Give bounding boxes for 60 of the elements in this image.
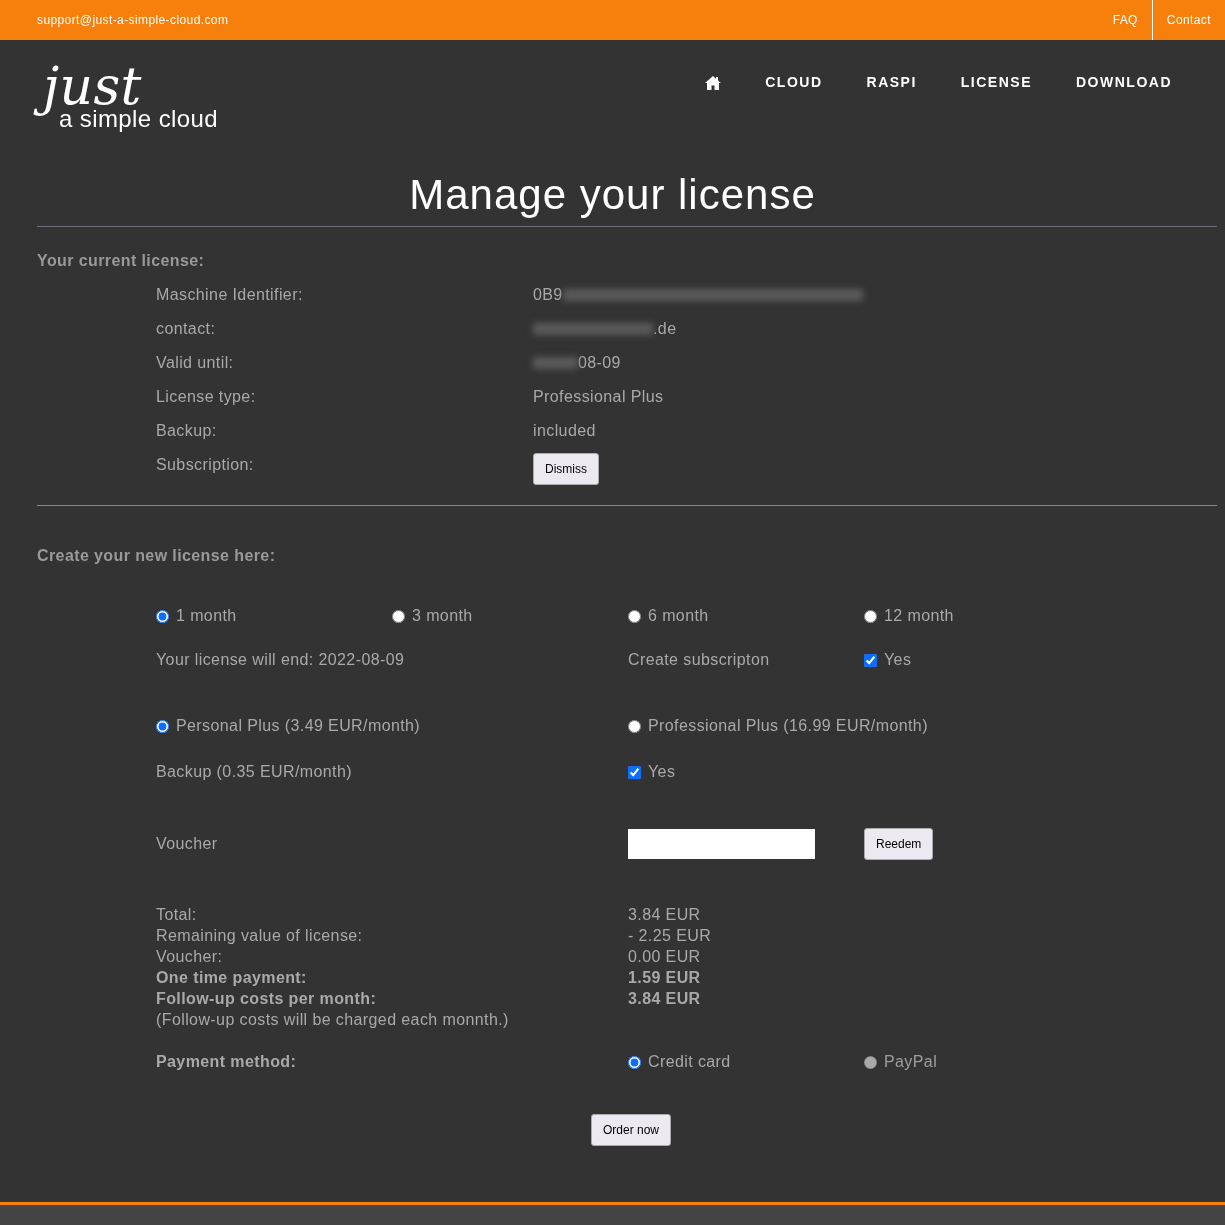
nav-link[interactable]: DOWNLOAD: [1054, 72, 1194, 93]
summary-value: 3.84 EUR: [628, 989, 702, 1010]
summary-label: Remaining value of license:: [156, 926, 364, 947]
summary-value: 1.59 EUR: [628, 968, 702, 989]
field-label: contact:: [156, 319, 217, 340]
radio-button[interactable]: [864, 609, 877, 623]
checkbox-label: Yes: [648, 762, 676, 783]
field-label: Valid until:: [156, 353, 235, 374]
radio-label: 3 month: [412, 606, 473, 627]
radio-label: Professional Plus (16.99 EUR/month): [648, 716, 928, 737]
summary-value: - 2.25 EUR: [628, 926, 713, 947]
field-value: 0B9: [533, 285, 563, 306]
section-heading: Your current license:: [37, 251, 206, 272]
field-label: Backup:: [156, 421, 218, 442]
field-label: Subscription:: [156, 455, 255, 476]
nav-link[interactable]: RASPI: [844, 72, 939, 93]
nav-link[interactable]: LICENSE: [938, 72, 1054, 93]
checkbox-label: Yes: [884, 650, 912, 671]
redacted-text: [533, 357, 578, 370]
field-label: Create subscripton: [628, 650, 771, 671]
field-label: Payment method:: [156, 1052, 298, 1073]
summary-label: One time payment:: [156, 968, 308, 989]
field-value: 08-09: [578, 353, 621, 374]
radio-button[interactable]: [628, 719, 641, 733]
radio-button[interactable]: [156, 719, 169, 733]
summary-value: 3.84 EUR: [628, 905, 702, 926]
radio-label: 1 month: [176, 606, 237, 627]
license-end-text: Your license will end: 2022-08-09: [156, 650, 406, 671]
field-value: .de: [653, 319, 677, 340]
summary-label: Follow-up costs per month:: [156, 989, 378, 1010]
summary-value: 0.00 EUR: [628, 947, 702, 968]
checkbox[interactable]: [864, 653, 877, 667]
radio-label: Credit card: [648, 1052, 731, 1073]
field-label: Backup (0.35 EUR/month): [156, 762, 353, 783]
summary-label: Total:: [156, 905, 198, 926]
radio-button[interactable]: [392, 609, 405, 623]
support-email: support@just-a-simple-cloud.com: [37, 12, 229, 29]
radio-label: 12 month: [884, 606, 954, 627]
home-icon: [705, 76, 722, 91]
field-label: Maschine Identifier:: [156, 285, 304, 306]
redeem-button[interactable]: Reedem: [864, 828, 934, 861]
radio-button[interactable]: [628, 1055, 641, 1069]
nav-link[interactable]: CLOUD: [743, 72, 845, 93]
field-label: Voucher: [156, 834, 219, 855]
radio-button[interactable]: [156, 609, 169, 623]
radio-button[interactable]: [628, 609, 641, 623]
page-title: Manage your license: [408, 170, 817, 220]
order-button[interactable]: Order now: [591, 1114, 671, 1147]
field-value: included: [533, 421, 596, 442]
field-value: Professional Plus: [533, 387, 664, 408]
dismiss-button[interactable]: Dismiss: [533, 453, 599, 486]
radio-label: PayPal: [884, 1052, 938, 1073]
section-heading: Create your new license here:: [37, 546, 277, 567]
note-text: (Follow-up costs will be charged each monnth.): [156, 1010, 510, 1031]
radio-label: 6 month: [648, 606, 709, 627]
field-label: License type:: [156, 387, 257, 408]
summary-label: Voucher:: [156, 947, 224, 968]
checkbox[interactable]: [628, 765, 641, 779]
voucher-input[interactable]: [628, 829, 815, 860]
radio-label: Personal Plus (3.49 EUR/month): [176, 716, 421, 737]
